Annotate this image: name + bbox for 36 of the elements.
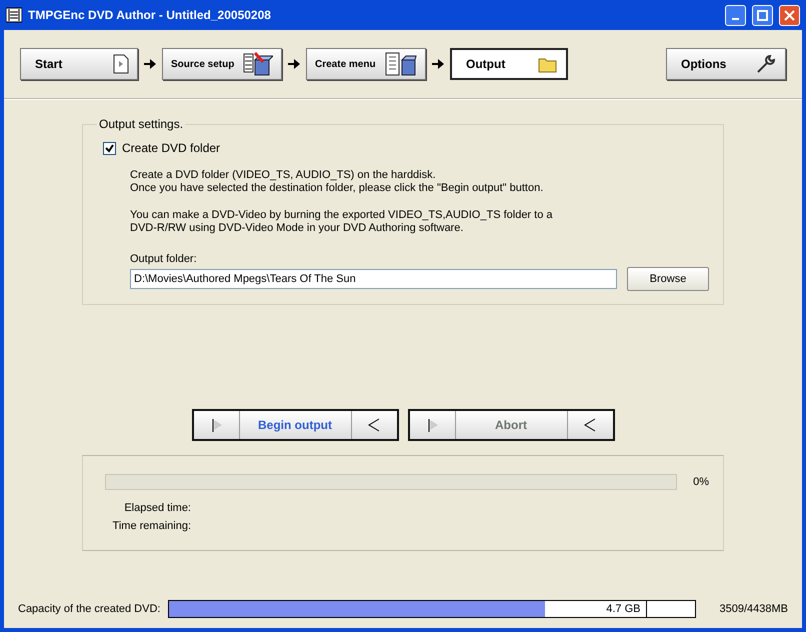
browse-button[interactable]: Browse: [627, 267, 709, 291]
step-button[interactable]: Create menu: [306, 48, 426, 80]
window-title: TMPGEnc DVD Author - Untitled_20050208: [28, 8, 272, 22]
output-folder-field[interactable]: D:\Movies\Authored Mpegs\Tears Of The Sun: [130, 269, 617, 289]
step-button[interactable]: Output: [450, 48, 568, 80]
minimize-button[interactable]: [725, 4, 746, 26]
close-icon: [784, 10, 795, 20]
chevron-left-icon: [367, 417, 381, 433]
arrow-icon: [144, 58, 156, 70]
description-text: You can make a DVD-Video by burning the exported VIDEO_TS,AUDIO_TS folder to a DVD-R/RW using DVD-Video Mode in your DVD Authoring software.: [130, 209, 554, 235]
film-box-icon: [243, 51, 273, 77]
arrow-icon: [288, 58, 300, 70]
progress-percent: 0%: [693, 476, 709, 488]
description-text: Create a DVD folder (VIDEO_TS, AUDIO_TS) on the harddisk. Once you have selected the destination folder, please click the "Begin output" button.: [130, 169, 544, 195]
checkbox-label: Create DVD folder: [122, 141, 220, 155]
elapsed-label: Elapsed time:: [123, 502, 191, 514]
maximize-button[interactable]: [752, 4, 773, 26]
minimize-icon: [732, 18, 739, 20]
menu-box-icon: [385, 51, 417, 77]
film-icon: [6, 7, 22, 23]
capacity-reading: 3509/4438MB: [718, 603, 788, 615]
maximize-icon: [757, 10, 768, 20]
checkbox[interactable]: [103, 142, 116, 154]
page-icon: [113, 54, 129, 74]
action-button[interactable]: Begin output: [192, 409, 398, 441]
chevron-left-icon: [583, 417, 597, 433]
wrench-icon: [755, 53, 777, 75]
step-button[interactable]: Source setup: [162, 48, 282, 80]
field-label: Output folder:: [130, 253, 198, 265]
step-button[interactable]: Start: [20, 48, 138, 80]
remaining-label: Time remaining:: [112, 520, 191, 532]
arrow-icon: [432, 58, 444, 70]
capacity-label: Capacity of the created DVD:: [18, 603, 160, 615]
options-button[interactable]: Options: [666, 48, 786, 80]
close-button[interactable]: [779, 4, 800, 26]
group-title: Output settings.: [98, 117, 184, 131]
